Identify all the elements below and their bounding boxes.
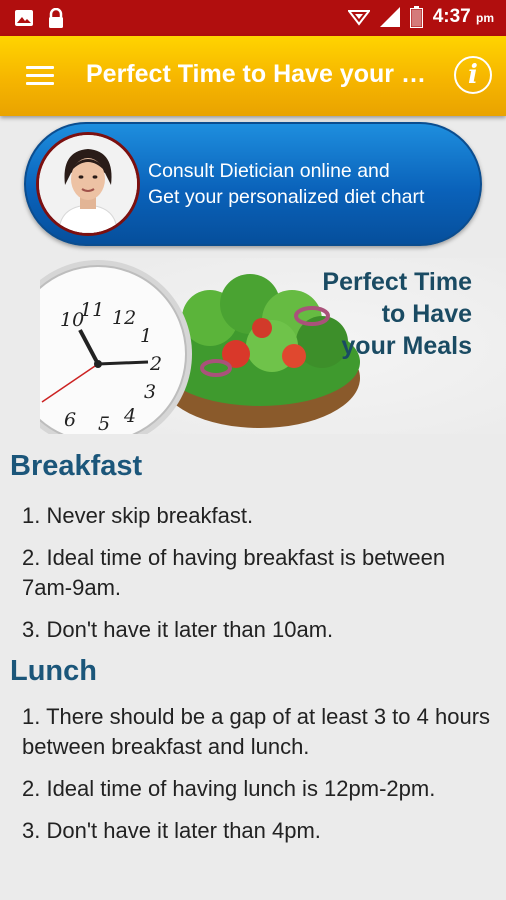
app-bar: Perfect Time to Have your Meals i xyxy=(0,36,506,116)
list-item: 3. Don't have it later than 4pm. xyxy=(22,818,321,843)
hero-line-3: your Meals xyxy=(341,332,472,360)
image-icon xyxy=(15,10,33,26)
list-item: 2. Ideal time of having breakfast is bet… xyxy=(22,545,446,600)
svg-text:4: 4 xyxy=(123,405,136,427)
status-bar: 4:37 pm xyxy=(0,0,506,36)
section-heading: Breakfast xyxy=(10,450,143,482)
hero-line-1: Perfect Time xyxy=(322,268,472,296)
list-item: 1. There should be a gap of at least 3 t… xyxy=(22,704,491,759)
clock-ampm: pm xyxy=(476,11,494,25)
list-item: 1. Never skip breakfast. xyxy=(22,503,254,528)
banner-line-2: Get your personalized diet chart xyxy=(148,186,425,208)
meal-content: Breakfast 1. Never skip breakfast. 2. Id… xyxy=(0,450,506,846)
battery-icon xyxy=(409,6,423,28)
consult-dietician-banner[interactable]: Consult Dietician online and Get your pe… xyxy=(24,122,482,246)
clock-time: 4:37 xyxy=(432,6,471,27)
svg-text:3: 3 xyxy=(144,381,156,403)
section-breakfast: Breakfast 1. Never skip breakfast. 2. Id… xyxy=(0,450,506,645)
hero-line-2: to Have xyxy=(381,300,472,328)
signal-icon xyxy=(379,7,400,27)
network-icon xyxy=(347,10,370,26)
svg-text:10: 10 xyxy=(60,309,84,331)
banner-line-1: Consult Dietician online and xyxy=(148,160,390,182)
svg-text:1: 1 xyxy=(140,325,152,347)
svg-text:12: 12 xyxy=(112,307,136,329)
list-item: 2. Ideal time of having lunch is 12pm-2p… xyxy=(22,776,436,801)
dietician-avatar xyxy=(36,132,140,236)
hamburger-icon[interactable] xyxy=(26,66,54,86)
lock-icon xyxy=(49,8,63,28)
svg-text:2: 2 xyxy=(149,353,162,375)
info-glyph: i xyxy=(468,60,478,90)
list-item: 3. Don't have it later than 10am. xyxy=(22,617,334,642)
page-title: Perfect Time to Have your Meals xyxy=(86,60,431,88)
info-icon[interactable]: i xyxy=(454,56,492,94)
banner-text: Consult Dietician online and Get your pe… xyxy=(148,158,478,210)
hero-image: 11 12 1 2 3 4 5 6 10 Perfect Time to Hav… xyxy=(4,258,506,448)
hero-title: Perfect Time to Have your Meals xyxy=(322,266,472,362)
clock: 4:37 pm xyxy=(433,6,494,28)
section-heading: Lunch xyxy=(10,655,97,687)
svg-text:6: 6 xyxy=(64,409,76,431)
section-lunch: Lunch 1. There should be a gap of at lea… xyxy=(0,655,506,846)
svg-text:5: 5 xyxy=(98,413,110,434)
